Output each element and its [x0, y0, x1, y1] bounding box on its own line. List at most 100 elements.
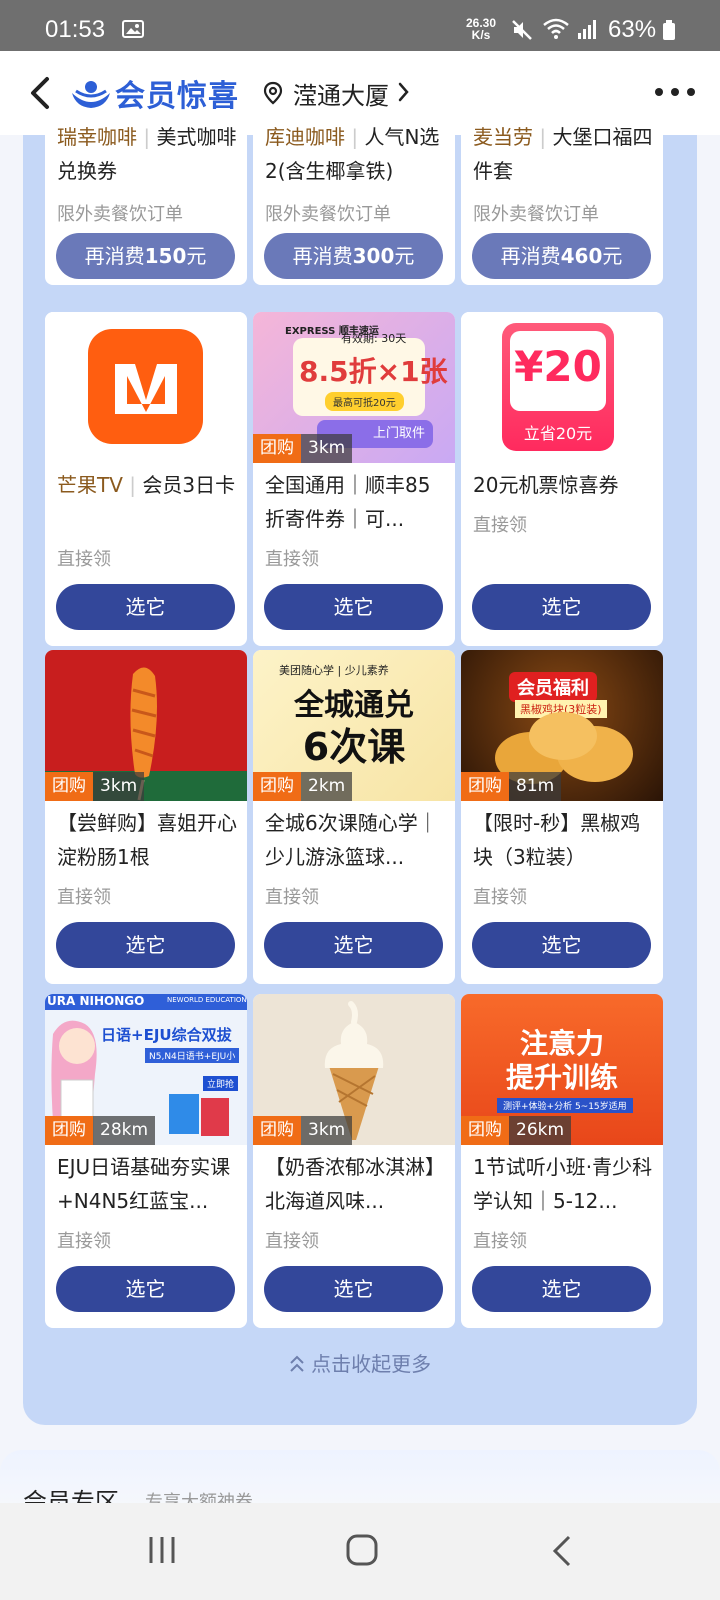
spend-more-button[interactable]: 再消费460元: [472, 233, 651, 279]
sf-discount: 8.5折×1张: [299, 355, 448, 388]
member-logo-icon: [72, 81, 110, 108]
card-sub: 直接领: [265, 549, 319, 570]
more-options-icon[interactable]: [654, 87, 696, 97]
coupon-card[interactable]: 团购 3km 【尝鲜购】喜姐开心淀粉肠1根 直接领 选它: [45, 650, 247, 984]
card-title: EJU日语基础夯实课+N4N5红蓝宝...: [57, 1155, 231, 1213]
coupon-card[interactable]: 麦当劳 | 大堡口福四件套 限外卖餐饮订单 再消费460元: [461, 120, 663, 285]
card-sub: 直接领: [473, 887, 527, 908]
card-sub: 限外卖餐饮订单: [265, 204, 391, 225]
coupon-card[interactable]: 瑞幸咖啡 | 美式咖啡兑换券 限外卖餐饮订单 再消费150元: [45, 120, 247, 285]
select-button[interactable]: 选它: [472, 584, 651, 630]
card-sub: 直接领: [265, 887, 319, 908]
science-sub: 测评+体验+分析 5~15岁适用: [497, 1098, 633, 1113]
science-line2: 提升训练: [505, 1061, 618, 1094]
coupon-card[interactable]: ¥20 立省20元 20元机票惊喜券 直接领 选它: [461, 312, 663, 646]
back-icon[interactable]: [25, 75, 55, 111]
card-image: ¥20 立省20元: [461, 312, 663, 463]
double-chevron-up-icon: [290, 1355, 304, 1372]
card-title: 全国通用｜顺丰85折寄件券｜可...: [265, 473, 431, 531]
recent-apps-icon[interactable]: [147, 1535, 177, 1565]
page-title: 会员惊喜: [115, 79, 239, 114]
card-image: EXPRESS 顺丰速运 有效期: 30天 8.5折×1张 最高可抵20元 上门…: [253, 312, 455, 463]
image-notification-icon: [122, 20, 144, 38]
network-speed: 26.30 K/s: [466, 17, 496, 41]
card-title: 【尝鲜购】喜姐开心淀粉肠1根: [57, 811, 237, 869]
card-image: 团购 3km: [45, 650, 247, 801]
location-label[interactable]: 滢通大厦: [293, 76, 389, 111]
sf-cap: 最高可抵20元: [325, 392, 404, 411]
card-sub: 直接领: [473, 1231, 527, 1252]
collapse-label: 点击收起更多: [311, 1352, 432, 1376]
coupon-card[interactable]: 注意力 提升训练 测评+体验+分析 5~15岁适用 团购 26km 1节试听小班·…: [461, 994, 663, 1328]
select-button[interactable]: 选它: [56, 922, 235, 968]
mango-tv-logo: [88, 329, 203, 444]
select-button[interactable]: 选它: [264, 584, 443, 630]
course-line2: 6次课: [302, 725, 406, 769]
card-sub: 直接领: [57, 1231, 111, 1252]
signal-icon: [578, 20, 596, 39]
coupon-card[interactable]: EXPRESS 顺丰速运 有效期: 30天 8.5折×1张 最高可抵20元 上门…: [253, 312, 455, 646]
wifi-icon: [543, 18, 569, 39]
card-sub: 限外卖餐饮订单: [473, 204, 599, 225]
card-image: 团购 3km: [253, 994, 455, 1145]
status-time: 01:53: [45, 16, 106, 43]
ticket-save: 立省20元: [523, 424, 593, 443]
card-title: 全城6次课随心学｜少儿游泳篮球...: [265, 811, 438, 869]
home-icon[interactable]: [345, 1533, 379, 1567]
card-image: URA NIHONGO NEWORLD EDUCATION 日语+EJU综合双拔…: [45, 994, 247, 1145]
deal-tag: 团购 2km: [253, 772, 353, 801]
deal-tag: 团购 3km: [253, 1116, 353, 1145]
card-title: 芒果TV | 会员3日卡: [57, 473, 236, 497]
system-back-icon[interactable]: [551, 1535, 573, 1567]
ticket-amount: ¥20: [514, 342, 602, 391]
deal-tag: 团购 81m: [461, 772, 562, 801]
card-sub: 直接领: [473, 515, 527, 536]
card-title: 1节试听小班·青少科学认知｜5-12...: [473, 1155, 653, 1213]
select-button[interactable]: 选它: [264, 922, 443, 968]
system-navigation-bar: [0, 1503, 720, 1600]
card-image: 美团随心学 | 少儿素养 全城通兑 6次课 团购 2km: [253, 650, 455, 801]
deal-tag: 团购 3km: [45, 772, 145, 801]
card-title: 【奶香浓郁冰淇淋】北海道风味...: [265, 1155, 445, 1213]
select-button[interactable]: 选它: [264, 1266, 443, 1312]
card-title: 库迪咖啡 | 人气N选2(含生椰拿铁): [265, 125, 440, 183]
battery-icon: [663, 20, 675, 40]
chevron-right-icon[interactable]: [398, 81, 410, 103]
select-button[interactable]: 选它: [472, 922, 651, 968]
coupon-card[interactable]: 库迪咖啡 | 人气N选2(含生椰拿铁) 限外卖餐饮订单 再消费300元: [253, 120, 455, 285]
location-pin-icon[interactable]: [263, 81, 283, 105]
deal-tag: 团购 28km: [45, 1116, 156, 1145]
card-title: 20元机票惊喜券: [473, 473, 619, 497]
member-section: 会员专区 专享大额神券: [0, 1450, 720, 1516]
coupon-card[interactable]: 芒果TV | 会员3日卡 直接领 选它: [45, 312, 247, 646]
card-image: 注意力 提升训练 测评+体验+分析 5~15岁适用 团购 26km: [461, 994, 663, 1145]
card-sub: 直接领: [57, 549, 111, 570]
card-title: 瑞幸咖啡 | 美式咖啡兑换券: [57, 125, 237, 183]
course-header: 美团随心学 | 少儿素养: [279, 664, 389, 677]
spend-more-button[interactable]: 再消费150元: [56, 233, 235, 279]
spend-more-button[interactable]: 再消费300元: [264, 233, 443, 279]
coupon-card[interactable]: 团购 3km 【奶香浓郁冰淇淋】北海道风味... 直接领 选它: [253, 994, 455, 1328]
status-bar: 01:53 26.30 K/s 63%: [0, 0, 720, 51]
card-title: 【限时-秒】黑椒鸡块（3粒装）: [473, 811, 641, 869]
deal-tag: 团购 26km: [461, 1116, 572, 1145]
card-title: 麦当劳 | 大堡口福四件套: [473, 125, 653, 183]
select-button[interactable]: 选它: [56, 1266, 235, 1312]
coupon-panel: 瑞幸咖啡 | 美式咖啡兑换券 限外卖餐饮订单 再消费150元 库迪咖啡 | 人气…: [23, 120, 697, 1425]
deal-tag: 团购 3km: [253, 434, 353, 463]
select-button[interactable]: 选它: [472, 1266, 651, 1312]
select-button[interactable]: 选它: [56, 584, 235, 630]
coupon-card[interactable]: URA NIHONGO NEWORLD EDUCATION 日语+EJU综合双拔…: [45, 994, 247, 1328]
battery-percent: 63%: [608, 16, 657, 43]
collapse-more-button[interactable]: 点击收起更多: [23, 1348, 697, 1377]
sf-validity: 有效期: 30天: [341, 332, 407, 345]
coupon-card[interactable]: 美团随心学 | 少儿素养 全城通兑 6次课 团购 2km 全城6次课随心学｜少儿游…: [253, 650, 455, 984]
card-image: [45, 312, 247, 463]
mute-icon: [512, 20, 532, 40]
card-sub: 直接领: [265, 1231, 319, 1252]
card-sub: 限外卖餐饮订单: [57, 204, 183, 225]
card-image: 会员福利 黑椒鸡块(3粒装) 团购 81m: [461, 650, 663, 801]
card-sub: 直接领: [57, 887, 111, 908]
coupon-card[interactable]: 会员福利 黑椒鸡块(3粒装) 团购 81m 【限时-秒】黑椒鸡块（3粒装） 直接领…: [461, 650, 663, 984]
network-speed-unit: K/s: [471, 28, 491, 42]
